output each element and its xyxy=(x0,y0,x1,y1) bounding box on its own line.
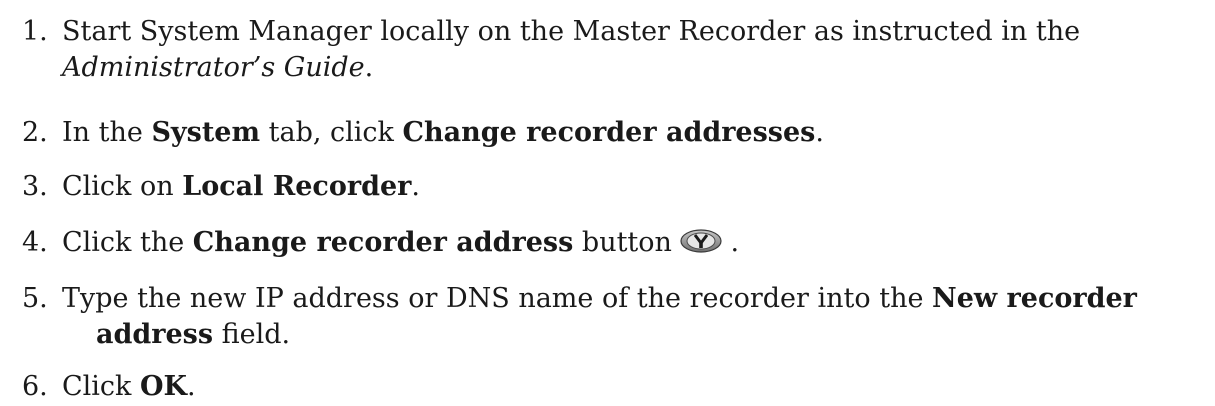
step-text-continued: address field. xyxy=(96,319,291,350)
change-recorder-address-icon xyxy=(680,229,722,253)
step-number: 4. xyxy=(22,227,48,258)
ui-term: New recorder xyxy=(932,283,1137,314)
step-number: 6. xyxy=(22,371,48,402)
step-text: Click the Change recorder address button… xyxy=(62,227,740,258)
guide-title: Administrator’s Guide xyxy=(62,52,365,83)
step-number: 5. xyxy=(22,283,48,314)
step-number: 1. xyxy=(22,16,48,47)
ui-term: OK xyxy=(140,371,187,402)
ui-term: Local Recorder xyxy=(182,171,412,202)
ui-term: System xyxy=(151,117,261,148)
step-text: Type the new IP address or DNS name of t… xyxy=(62,283,1137,314)
ui-term: Change recorder address xyxy=(192,227,574,258)
step-text-continued: Administrator’s Guide. xyxy=(62,52,374,83)
step-number: 3. xyxy=(22,171,48,202)
ui-term: Change recorder addresses xyxy=(402,117,816,148)
step-number: 2. xyxy=(22,117,48,148)
step-text: Click OK. xyxy=(62,371,196,402)
ui-term: address xyxy=(96,319,214,350)
instruction-steps: 1. Start System Manager locally on the M… xyxy=(0,0,1215,406)
step-text: Start System Manager locally on the Mast… xyxy=(62,16,1081,47)
step-text: In the System tab, click Change recorder… xyxy=(62,117,824,148)
step-text: Click on Local Recorder. xyxy=(62,171,420,202)
